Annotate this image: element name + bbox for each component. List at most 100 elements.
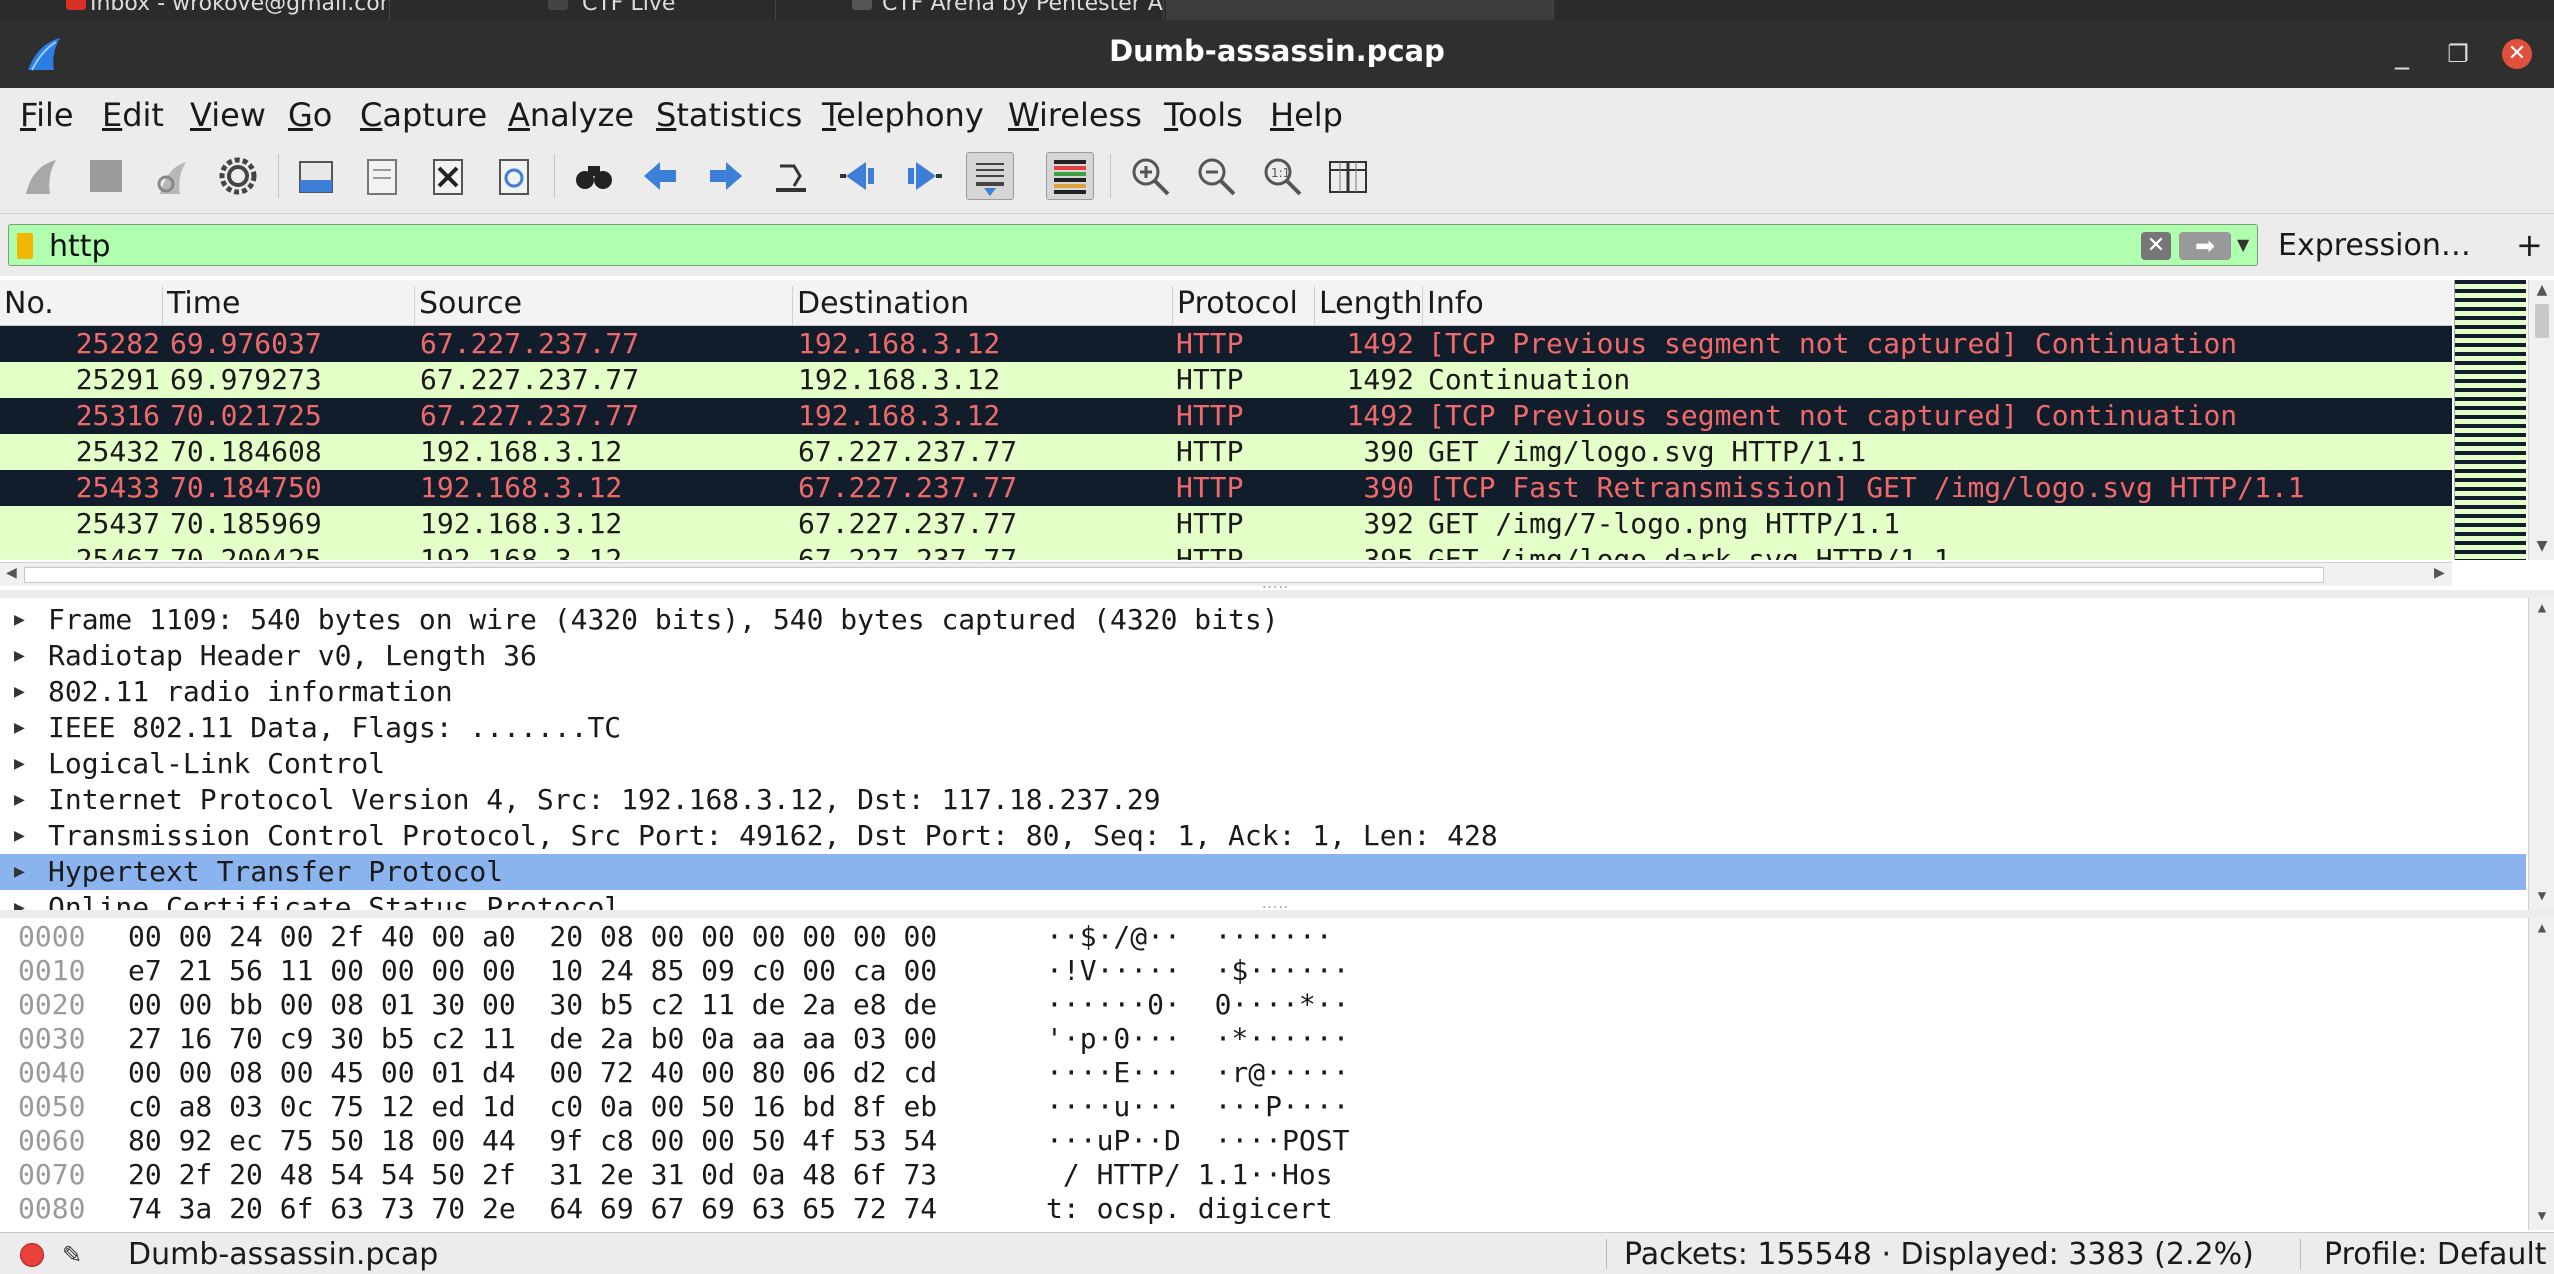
menu-file[interactable]: File: [20, 96, 74, 134]
packet-list-minimap[interactable]: [2454, 280, 2526, 560]
close-button[interactable]: ✕: [2502, 39, 2532, 69]
reload-file-icon[interactable]: [490, 152, 538, 200]
status-profile[interactable]: Profile: Default: [2324, 1237, 2547, 1272]
detail-tree-row[interactable]: ▶ IEEE 802.11 Data, Flags: .......TC: [0, 710, 2526, 746]
column-header-info[interactable]: Info: [1422, 286, 1484, 326]
detail-tree-row[interactable]: ▶ Frame 1109: 540 bytes on wire (4320 bit…: [0, 602, 2526, 638]
menu-help[interactable]: Help: [1270, 96, 1343, 134]
menu-go[interactable]: Go: [288, 96, 332, 134]
table-row[interactable]: 25282 69.976037 67.227.237.77 192.168.3.12 H…: [0, 326, 2452, 362]
restore-button[interactable]: ❐: [2440, 36, 2476, 72]
expand-arrow-icon[interactable]: ▶: [14, 746, 25, 782]
expand-arrow-icon[interactable]: ▶: [14, 782, 25, 818]
hex-dump-row[interactable]: 0020 00 00 bb 00 08 01 30 00 30 b5 c2 11 …: [0, 988, 2520, 1022]
hex-dump-row[interactable]: 0040 00 00 08 00 45 00 01 d4 00 72 40 00 …: [0, 1056, 2520, 1090]
hex-dump-row[interactable]: 0080 74 3a 20 6f 63 73 70 2e 64 69 67 69 …: [0, 1192, 2520, 1226]
details-vertical-scrollbar[interactable]: ▲ ▼: [2528, 598, 2554, 910]
save-file-icon[interactable]: [358, 152, 406, 200]
expression-button[interactable]: Expression…: [2278, 228, 2471, 263]
filter-history-dropdown-icon[interactable]: ▼: [2237, 235, 2249, 254]
expand-arrow-icon[interactable]: ▶: [14, 638, 25, 674]
column-header-destination[interactable]: Destination: [792, 286, 969, 326]
go-back-arrow-icon[interactable]: [636, 152, 684, 200]
minimize-button[interactable]: _: [2384, 36, 2420, 72]
restart-capture-icon[interactable]: [148, 152, 196, 200]
hex-dump-row[interactable]: 0070 20 2f 20 48 54 54 50 2f 31 2e 31 0d …: [0, 1158, 2520, 1192]
hex-offset: 0080: [18, 1192, 86, 1225]
capture-options-gear-icon[interactable]: [214, 152, 262, 200]
menu-analyze[interactable]: Analyze: [508, 96, 634, 134]
hex-dump-row[interactable]: 0050 c0 a8 03 0c 75 12 ed 1d c0 0a 00 50 …: [0, 1090, 2520, 1124]
hex-ascii: '·p·0··· ·*······: [1046, 1022, 1350, 1055]
table-row[interactable]: 25432 70.184608 192.168.3.12 67.227.237.77 H…: [0, 434, 2452, 470]
table-row[interactable]: 25316 70.021725 67.227.237.77 192.168.3.12 H…: [0, 398, 2452, 434]
hex-dump-row[interactable]: 0060 80 92 ec 75 50 18 00 44 9f c8 00 00 …: [0, 1124, 2520, 1158]
colorize-packet-list-icon[interactable]: [1046, 152, 1094, 200]
expand-arrow-icon[interactable]: ▶: [14, 710, 25, 746]
go-forward-arrow-icon[interactable]: [702, 152, 750, 200]
find-packet-binoculars-icon[interactable]: [570, 152, 618, 200]
column-header-source[interactable]: Source: [414, 286, 522, 326]
capture-comment-pencil-icon[interactable]: ✎: [62, 1241, 82, 1269]
last-packet-icon[interactable]: [900, 152, 948, 200]
detail-tree-row[interactable]: ▶ Logical-Link Control: [0, 746, 2526, 782]
close-file-icon[interactable]: [424, 152, 472, 200]
expand-arrow-icon[interactable]: ▶: [14, 818, 25, 854]
table-row[interactable]: 25437 70.185969 192.168.3.12 67.227.237.77 H…: [0, 506, 2452, 542]
zoom-out-icon[interactable]: [1192, 152, 1240, 200]
packet-list-horizontal-scrollbar[interactable]: ◀ ▶: [0, 562, 2452, 586]
bytes-vertical-scrollbar[interactable]: ▲ ▼: [2528, 918, 2554, 1230]
menu-tools[interactable]: Tools: [1164, 96, 1243, 134]
detail-tree-row[interactable]: ▶ 802.11 radio information: [0, 674, 2526, 710]
menu-wireless[interactable]: Wireless: [1008, 96, 1142, 134]
table-row[interactable]: 25467 70.200425 192.168.3.12 67.227.237.77 H…: [0, 542, 2452, 560]
open-file-icon[interactable]: [292, 152, 340, 200]
column-header-no[interactable]: No.: [0, 286, 54, 326]
menu-capture[interactable]: Capture: [360, 96, 487, 134]
pane-splitter[interactable]: [0, 896, 2554, 918]
go-to-packet-icon[interactable]: [768, 152, 816, 200]
display-filter-input[interactable]: http ✕ ➡ ▼: [8, 224, 2258, 266]
table-row[interactable]: 25291 69.979273 67.227.237.77 192.168.3.12 H…: [0, 362, 2452, 398]
pane-splitter[interactable]: [0, 576, 2554, 598]
start-capture-icon[interactable]: [16, 152, 64, 200]
hex-dump-row[interactable]: 0010 e7 21 56 11 00 00 00 00 10 24 85 09 …: [0, 954, 2520, 988]
add-filter-button[interactable]: +: [2516, 226, 2543, 264]
expand-arrow-icon[interactable]: ▶: [14, 854, 25, 890]
hex-offset: 0000: [18, 920, 86, 953]
cell-protocol: HTTP: [1176, 507, 1244, 540]
hex-dump-row[interactable]: 0000 00 00 24 00 2f 40 00 a0 20 08 00 00 …: [0, 920, 2520, 954]
expand-arrow-icon[interactable]: ▶: [14, 602, 25, 638]
zoom-in-icon[interactable]: [1126, 152, 1174, 200]
first-packet-icon[interactable]: [834, 152, 882, 200]
detail-tree-row[interactable]: ▶ Radiotap Header v0, Length 36: [0, 638, 2526, 674]
packet-list-vertical-scrollbar[interactable]: ▲ ▼: [2528, 280, 2554, 560]
stop-capture-icon[interactable]: [82, 152, 130, 200]
filter-bookmark-icon[interactable]: [17, 233, 33, 259]
clear-filter-icon[interactable]: ✕: [2141, 232, 2171, 260]
browser-tab-active[interactable]: localhost: [1166, 0, 1554, 20]
browser-tab[interactable]: CTF Arena by Pentester Academy: [778, 0, 1164, 20]
apply-filter-arrow-icon[interactable]: ➡: [2179, 232, 2231, 260]
auto-scroll-icon[interactable]: [966, 152, 1014, 200]
expert-info-indicator-icon[interactable]: [20, 1243, 44, 1267]
menu-edit[interactable]: Edit: [102, 96, 164, 134]
cell-no: 25433: [75, 471, 160, 504]
resize-columns-icon[interactable]: [1324, 152, 1372, 200]
column-header-time[interactable]: Time: [162, 286, 240, 326]
column-header-length[interactable]: Length: [1314, 286, 1422, 326]
detail-tree-row[interactable]: ▶ Internet Protocol Version 4, Src: 192.1…: [0, 782, 2526, 818]
menu-telephony[interactable]: Telephony: [822, 96, 984, 134]
browser-tab[interactable]: Inbox - wrokove@gmail.com - Gmail: [0, 0, 390, 20]
hex-dump-row[interactable]: 0030 27 16 70 c9 30 b5 c2 11 de 2a b0 0a …: [0, 1022, 2520, 1056]
browser-tab[interactable]: CTF Live: [392, 0, 776, 20]
detail-tree-row[interactable]: ▶ Transmission Control Protocol, Src Port…: [0, 818, 2526, 854]
normal-size-icon[interactable]: 1:1: [1258, 152, 1306, 200]
column-header-protocol[interactable]: Protocol: [1172, 286, 1298, 326]
detail-tree-row[interactable]: ▶ Hypertext Transfer Protocol: [0, 854, 2526, 890]
table-row[interactable]: 25433 70.184750 192.168.3.12 67.227.237.77 H…: [0, 470, 2452, 506]
menu-statistics[interactable]: Statistics: [656, 96, 802, 134]
expand-arrow-icon[interactable]: ▶: [14, 674, 25, 710]
window-title: Dumb-assassin.pcap: [1109, 34, 1445, 68]
menu-view[interactable]: View: [190, 96, 266, 134]
